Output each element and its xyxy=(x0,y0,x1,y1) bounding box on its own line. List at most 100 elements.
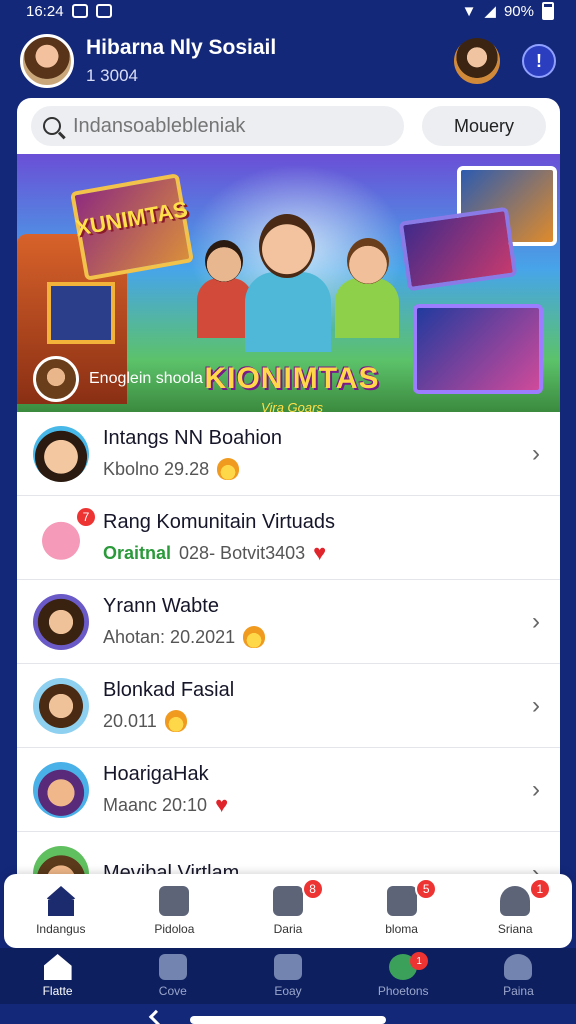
item-meta: Maanc 20:10 xyxy=(103,794,208,815)
item-subtitle: Ahotan: 20.2021 xyxy=(103,626,532,648)
banner-caption: Enoglein shoola xyxy=(33,356,203,402)
friend-avatar[interactable] xyxy=(454,38,500,84)
nav-item-paina[interactable]: Paina xyxy=(461,948,576,1004)
item-title: Intangs NN Boahion xyxy=(103,427,283,449)
header-subtitle: 1 3004 xyxy=(86,66,138,85)
status-label: Oraitnal xyxy=(103,542,172,563)
banner-logo: KIONIMTAS xyxy=(204,362,380,395)
nav-item-flatte[interactable]: Flatte xyxy=(0,948,115,1004)
app-icon xyxy=(95,4,112,18)
tag-icon xyxy=(159,886,190,916)
avatar xyxy=(33,593,89,650)
tab-bloma[interactable]: 5 bloma xyxy=(345,874,459,948)
list-item[interactable]: Blonkad Fasial 20.011 › xyxy=(17,664,560,748)
back-gesture-icon[interactable] xyxy=(148,1009,168,1024)
character-body xyxy=(245,272,331,352)
list-item[interactable]: HoarigaHak Maanc 20:10 ♥ › xyxy=(17,748,560,832)
item-title: HoarigaHak xyxy=(103,763,209,785)
nav-label: Cove xyxy=(158,984,187,998)
community-list: Intangs NN Boahion Kbolno 29.28 › 7 Rang… xyxy=(17,412,560,916)
battery-text: 90% xyxy=(503,2,534,20)
flame-icon xyxy=(243,626,266,648)
alert-button[interactable]: ! xyxy=(522,44,556,78)
status-bar: 16:24 ▼ ◢ 90% xyxy=(0,0,576,22)
mode-button[interactable]: Mouery xyxy=(422,106,546,146)
tab-label: Daria xyxy=(273,922,303,936)
nav-item-eoay[interactable]: Eoay xyxy=(230,948,345,1004)
chevron-right-icon: › xyxy=(532,775,540,803)
item-subtitle: Oraitnal 028- Botvit3403 ♥ xyxy=(103,542,544,564)
item-subtitle: Kbolno 29.28 xyxy=(103,458,532,480)
avatar xyxy=(33,425,89,482)
tab-label: bloma xyxy=(385,922,418,936)
poster-image xyxy=(413,304,543,394)
character-face xyxy=(259,214,315,278)
tab-sriana[interactable]: 1 Sriana xyxy=(458,874,572,948)
bottom-nav: Flatte Cove Eoay 1 Phoetons Paina xyxy=(0,948,576,1004)
avatar xyxy=(33,761,89,818)
item-text: Intangs NN Boahion Kbolno 29.28 xyxy=(103,427,532,480)
tab-label: Sriana xyxy=(497,922,533,936)
list-item[interactable]: Intangs NN Boahion Kbolno 29.28 › xyxy=(17,412,560,496)
item-title: Blonkad Fasial xyxy=(103,679,235,701)
camera-icon xyxy=(386,886,417,916)
wifi-icon: ▼ xyxy=(461,2,477,20)
chevron-right-icon: › xyxy=(532,607,540,635)
item-text: Blonkad Fasial 20.011 xyxy=(103,679,532,732)
nav-label: Phoetons xyxy=(377,984,429,998)
nav-label: Eoay xyxy=(274,984,302,998)
main-card: Mouery XUNIMTAS KIONIMTAS Vira Goars Eno… xyxy=(17,98,560,958)
item-meta: 028- Botvit3403 xyxy=(179,542,306,563)
nav-label: Flatte xyxy=(42,984,73,998)
item-meta: Kbolno 29.28 xyxy=(103,458,210,479)
avatar: 7 xyxy=(33,505,97,566)
item-text: Yrann Wabte Ahotan: 20.2021 xyxy=(103,595,532,648)
notification-badge: 5 xyxy=(415,878,438,900)
flame-icon xyxy=(217,458,240,480)
heart-icon: ♥ xyxy=(215,792,229,817)
tab-daria[interactable]: 8 Daria xyxy=(231,874,345,948)
item-text: HoarigaHak Maanc 20:10 ♥ xyxy=(103,763,532,816)
chevron-right-icon: › xyxy=(532,439,540,467)
heart-icon xyxy=(158,954,187,980)
nav-item-phoetons[interactable]: 1 Phoetons xyxy=(346,948,461,1004)
item-meta: Ahotan: 20.2021 xyxy=(103,626,236,647)
list-item[interactable]: Yrann Wabte Ahotan: 20.2021 › xyxy=(17,580,560,664)
chevron-right-icon: › xyxy=(532,691,540,719)
status-right: ▼ ◢ 90% xyxy=(462,2,554,20)
search-icon xyxy=(43,117,61,135)
bottom-tab-bar: Indangus Pidoloa 8 Daria 5 bloma 1 Srian… xyxy=(4,874,572,948)
status-left: 16:24 xyxy=(26,3,112,20)
nav-label: Paina xyxy=(503,984,534,998)
search-box[interactable] xyxy=(31,106,404,146)
tab-indangus[interactable]: Indangus xyxy=(4,874,118,948)
item-title: Yrann Wabte xyxy=(103,595,219,617)
header: Hibarna Nly Sosiail 1 3004 ! xyxy=(0,26,576,96)
nav-item-cove[interactable]: Cove xyxy=(115,948,230,1004)
caption-text: Enoglein shoola xyxy=(89,370,203,387)
character-body xyxy=(335,278,399,338)
person-icon xyxy=(500,886,531,916)
tab-pidoloa[interactable]: Pidoloa xyxy=(118,874,232,948)
heart-icon: ♥ xyxy=(313,540,327,565)
profile-avatar[interactable] xyxy=(20,34,74,88)
search-input[interactable] xyxy=(73,114,392,138)
signal-icon: ◢ xyxy=(484,3,496,20)
arcade-screen-image xyxy=(47,282,115,344)
list-item[interactable]: 7 Rang Komunitain Virtuads Oraitnal 028- … xyxy=(17,496,560,580)
notification-icon xyxy=(71,4,88,18)
battery-icon xyxy=(542,2,554,20)
featured-banner[interactable]: XUNIMTAS KIONIMTAS Vira Goars Enoglein s… xyxy=(17,154,560,412)
notification-badge: 7 xyxy=(75,505,97,528)
notification-badge: 8 xyxy=(301,878,324,900)
item-text: Rang Komunitain Virtuads Oraitnal 028- Bo… xyxy=(103,511,544,564)
tab-label: Pidoloa xyxy=(154,922,195,936)
item-subtitle: Maanc 20:10 ♥ xyxy=(103,794,532,816)
search-row: Mouery xyxy=(17,98,560,154)
caption-avatar[interactable] xyxy=(33,356,79,402)
character-face xyxy=(347,238,389,284)
avatar xyxy=(33,677,89,734)
list-icon xyxy=(272,886,303,916)
home-indicator[interactable] xyxy=(190,1016,386,1024)
status-time: 16:24 xyxy=(26,2,64,20)
